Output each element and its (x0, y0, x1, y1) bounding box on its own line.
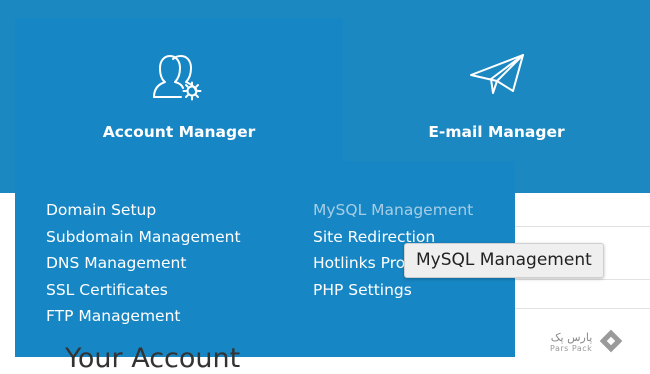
diamond-logo-icon (598, 328, 624, 358)
email-manager-label: E-mail Manager (428, 123, 565, 141)
brand-text: پارس پک Pars Pack (550, 332, 592, 354)
page-heading: Your Account (65, 343, 241, 374)
menu-item-domain-setup[interactable]: Domain Setup (46, 197, 241, 224)
tooltip: MySQL Management (404, 243, 604, 278)
divider-line (515, 308, 650, 309)
brand-name-fa: پارس پک (550, 331, 593, 344)
email-manager-tile[interactable]: E-mail Manager (343, 18, 650, 161)
account-manager-label: Account Manager (102, 123, 256, 141)
menu-item-ftp-management[interactable]: FTP Management (46, 303, 241, 330)
menu-item-php-settings[interactable]: PHP Settings (313, 277, 473, 304)
dropdown-left-column: Domain Setup Subdomain Management DNS Ma… (46, 197, 241, 330)
divider-line (515, 279, 650, 280)
menu-item-ssl-certificates[interactable]: SSL Certificates (46, 277, 241, 304)
paper-plane-icon (469, 53, 525, 99)
menu-item-dns-management[interactable]: DNS Management (46, 250, 241, 277)
menu-item-mysql-management[interactable]: MySQL Management (313, 197, 473, 224)
divider-line (515, 226, 650, 227)
users-gear-icon (151, 53, 207, 105)
account-manager-tile[interactable]: Account Manager (15, 18, 343, 161)
brand-name-en: Pars Pack (550, 344, 593, 353)
menu-item-subdomain-management[interactable]: Subdomain Management (46, 224, 241, 251)
brand-watermark: پارس پک Pars Pack (550, 328, 624, 358)
